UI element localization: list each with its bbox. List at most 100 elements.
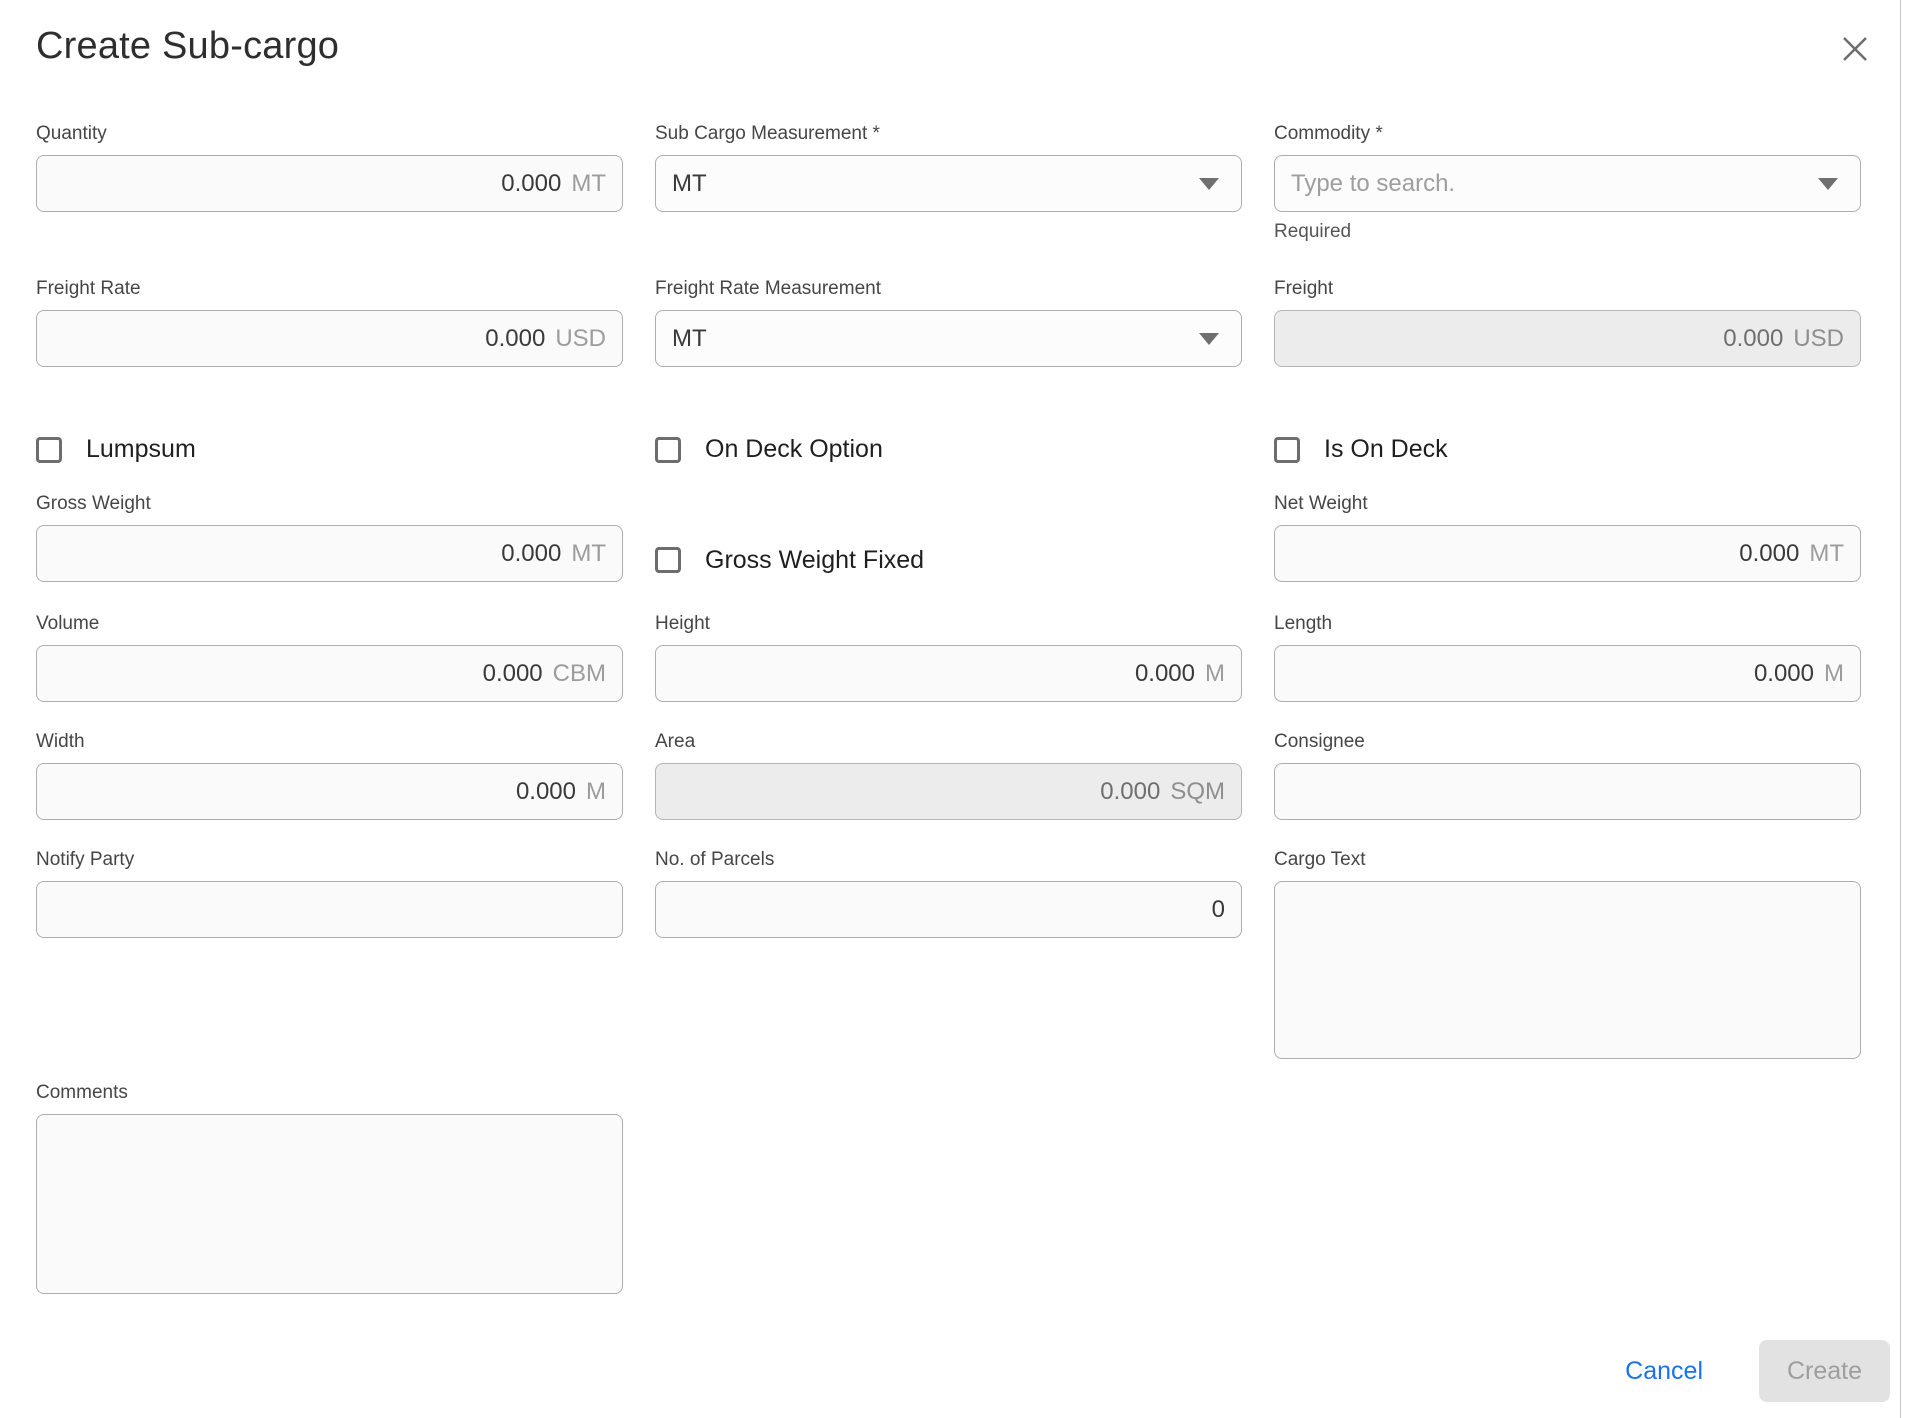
is-on-deck-label: Is On Deck xyxy=(1324,435,1448,464)
consignee-input[interactable] xyxy=(1274,763,1861,820)
sub-cargo-measurement-value: MT xyxy=(672,170,707,198)
dialog-header: Create Sub-cargo xyxy=(0,0,1908,68)
field-height: Height 0.000 M xyxy=(655,612,1242,702)
commodity-search-input[interactable] xyxy=(1291,170,1818,198)
commodity-select[interactable] xyxy=(1274,155,1861,212)
cargo-text-label: Cargo Text xyxy=(1274,848,1861,872)
field-freight-rate-measurement: Freight Rate Measurement MT xyxy=(655,277,1242,367)
field-sub-cargo-measurement: Sub Cargo Measurement * MT xyxy=(655,122,1242,243)
on-deck-option-checkbox-group: On Deck Option xyxy=(655,435,1242,464)
field-gross-weight: Gross Weight 0.000 MT xyxy=(36,492,623,582)
area-value: 0.000 xyxy=(1100,778,1160,806)
width-input[interactable]: 0.000 M xyxy=(36,763,623,820)
close-icon xyxy=(1840,34,1870,64)
length-value: 0.000 xyxy=(1754,660,1814,688)
width-value: 0.000 xyxy=(516,778,576,806)
area-input: 0.000 SQM xyxy=(655,763,1242,820)
no-of-parcels-value: 0 xyxy=(1212,896,1225,924)
field-width: Width 0.000 M xyxy=(36,730,623,820)
height-input[interactable]: 0.000 M xyxy=(655,645,1242,702)
cargo-text-textarea[interactable] xyxy=(1274,881,1861,1059)
net-weight-value: 0.000 xyxy=(1739,540,1799,568)
freight-unit: USD xyxy=(1793,325,1844,353)
width-unit: M xyxy=(586,778,606,806)
sub-cargo-measurement-select[interactable]: MT xyxy=(655,155,1242,212)
no-of-parcels-input[interactable]: 0 xyxy=(655,881,1242,938)
field-freight-rate: Freight Rate 0.000 USD xyxy=(36,277,623,367)
freight-value: 0.000 xyxy=(1723,325,1783,353)
gross-weight-fixed-label: Gross Weight Fixed xyxy=(705,546,924,575)
area-label: Area xyxy=(655,730,1242,754)
field-area: Area 0.000 SQM xyxy=(655,730,1242,820)
volume-label: Volume xyxy=(36,612,623,636)
on-deck-option-checkbox[interactable] xyxy=(655,437,681,463)
gross-weight-unit: MT xyxy=(571,540,606,568)
notify-party-input[interactable] xyxy=(36,881,623,938)
dialog-body: Quantity 0.000 MT Sub Cargo Measurement … xyxy=(0,122,1908,1294)
length-unit: M xyxy=(1824,660,1844,688)
volume-value: 0.000 xyxy=(483,660,543,688)
freight-rate-measurement-select[interactable]: MT xyxy=(655,310,1242,367)
field-length: Length 0.000 M xyxy=(1274,612,1861,702)
height-label: Height xyxy=(655,612,1242,636)
field-volume: Volume 0.000 CBM xyxy=(36,612,623,702)
field-consignee: Consignee xyxy=(1274,730,1861,820)
freight-rate-input[interactable]: 0.000 USD xyxy=(36,310,623,367)
field-notify-party: Notify Party xyxy=(36,848,623,1059)
gross-weight-value: 0.000 xyxy=(501,540,561,568)
chevron-down-icon xyxy=(1818,178,1838,190)
consignee-label: Consignee xyxy=(1274,730,1861,754)
is-on-deck-checkbox-group: Is On Deck xyxy=(1274,435,1861,464)
field-freight: Freight 0.000 USD xyxy=(1274,277,1861,367)
lumpsum-checkbox[interactable] xyxy=(36,437,62,463)
on-deck-option-label: On Deck Option xyxy=(705,435,883,464)
cancel-button[interactable]: Cancel xyxy=(1609,1347,1719,1396)
chevron-down-icon xyxy=(1199,333,1219,345)
field-commodity: Commodity * Required xyxy=(1274,122,1861,243)
freight-rate-unit: USD xyxy=(555,325,606,353)
lumpsum-checkbox-group: Lumpsum xyxy=(36,435,623,464)
dialog-footer: Cancel Create xyxy=(0,1340,1908,1402)
area-unit: SQM xyxy=(1170,778,1225,806)
comments-textarea[interactable] xyxy=(36,1114,623,1294)
field-quantity: Quantity 0.000 MT xyxy=(36,122,623,243)
field-net-weight: Net Weight 0.000 MT xyxy=(1274,492,1861,582)
gross-weight-fixed-checkbox-group: Gross Weight Fixed xyxy=(655,538,1242,582)
is-on-deck-checkbox[interactable] xyxy=(1274,437,1300,463)
freight-input: 0.000 USD xyxy=(1274,310,1861,367)
gross-weight-label: Gross Weight xyxy=(36,492,623,516)
length-input[interactable]: 0.000 M xyxy=(1274,645,1861,702)
height-unit: M xyxy=(1205,660,1225,688)
notify-party-label: Notify Party xyxy=(36,848,623,872)
gross-weight-fixed-checkbox[interactable] xyxy=(655,547,681,573)
freight-rate-measurement-value: MT xyxy=(672,325,707,353)
length-label: Length xyxy=(1274,612,1861,636)
field-comments: Comments xyxy=(36,1081,623,1294)
quantity-value: 0.000 xyxy=(501,170,561,198)
close-button[interactable] xyxy=(1836,30,1874,68)
field-cargo-text: Cargo Text xyxy=(1274,848,1861,1059)
chevron-down-icon xyxy=(1199,178,1219,190)
net-weight-unit: MT xyxy=(1809,540,1844,568)
create-button[interactable]: Create xyxy=(1759,1340,1890,1402)
quantity-unit: MT xyxy=(571,170,606,198)
field-no-of-parcels: No. of Parcels 0 xyxy=(655,848,1242,1059)
required-helper-text: Required xyxy=(1274,221,1861,243)
freight-label: Freight xyxy=(1274,277,1861,301)
quantity-input[interactable]: 0.000 MT xyxy=(36,155,623,212)
freight-rate-value: 0.000 xyxy=(485,325,545,353)
net-weight-label: Net Weight xyxy=(1274,492,1861,516)
comments-label: Comments xyxy=(36,1081,623,1105)
gross-weight-input[interactable]: 0.000 MT xyxy=(36,525,623,582)
lumpsum-label: Lumpsum xyxy=(86,435,196,464)
freight-rate-measurement-label: Freight Rate Measurement xyxy=(655,277,1242,301)
height-value: 0.000 xyxy=(1135,660,1195,688)
quantity-label: Quantity xyxy=(36,122,623,146)
volume-unit: CBM xyxy=(553,660,606,688)
sub-cargo-measurement-label: Sub Cargo Measurement * xyxy=(655,122,1242,146)
page-title: Create Sub-cargo xyxy=(36,26,339,68)
volume-input[interactable]: 0.000 CBM xyxy=(36,645,623,702)
modal-edge-divider xyxy=(1900,0,1901,1418)
net-weight-input[interactable]: 0.000 MT xyxy=(1274,525,1861,582)
width-label: Width xyxy=(36,730,623,754)
